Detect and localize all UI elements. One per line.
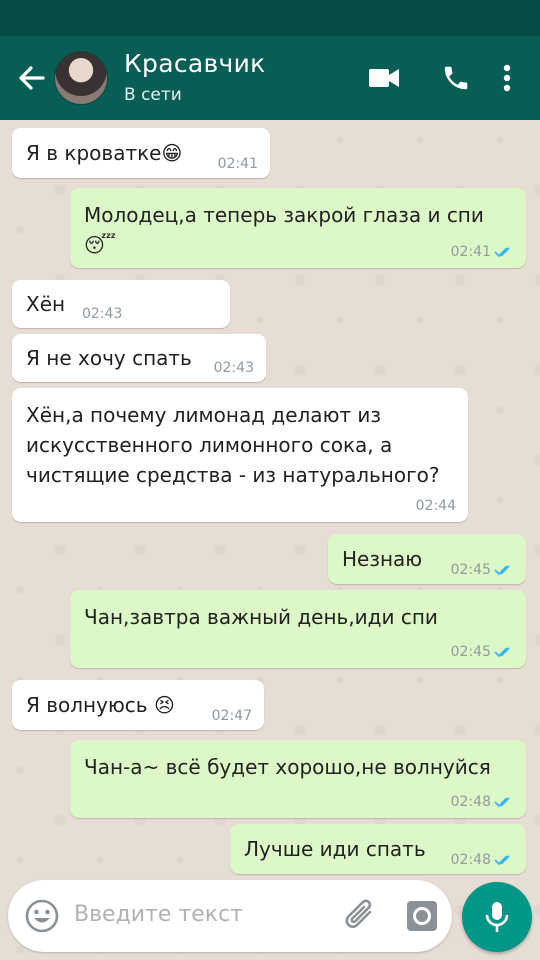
message-composer[interactable]: Введите текст [8,880,452,952]
more-options-icon [503,64,511,92]
voice-call-button[interactable] [420,48,492,108]
attach-button[interactable] [344,898,378,938]
voice-record-button[interactable] [462,882,532,952]
message-text: Я в кроватке😁 [26,141,183,165]
message-text: Я волнуюсь 😣 [26,693,175,717]
message-outgoing[interactable]: Молодец,а теперь закрой глаза и спи 😴 02… [70,188,526,268]
message-time: 02:43 [213,360,254,376]
contact-info[interactable]: Красавчик В сети [124,50,348,106]
message-incoming[interactable]: Хён,а почему лимонад делают из искусстве… [12,388,468,522]
voice-call-icon [444,66,468,90]
message-time: 02:48 [451,794,514,810]
status-bar [0,0,540,36]
video-call-icon [369,69,399,87]
read-ticks-icon [494,647,510,658]
message-text: Чан-а~ всё будет хорошо,не волнуйся [84,755,491,779]
message-input[interactable]: Введите текст [74,902,243,927]
message-outgoing[interactable]: Лучше иди спать 02:48 [230,824,526,874]
message-time: 02:47 [211,708,252,724]
message-outgoing[interactable]: Чан,завтра важный день,иди спи 02:45 [70,590,526,668]
message-incoming[interactable]: Я волнуюсь 😣 02:47 [12,680,264,730]
contact-status: В сети [124,85,182,105]
read-ticks-icon [494,797,510,808]
back-button[interactable] [0,36,46,120]
message-time: 02:48 [451,852,514,868]
message-text: Хён,а почему лимонад делают из искусстве… [26,403,440,487]
more-options-button[interactable] [492,48,522,108]
contact-name: Красавчик [124,49,266,78]
emoji-icon [25,899,59,933]
message-text: Я не хочу спать [26,346,192,370]
avatar[interactable] [54,51,108,105]
message-text: Чан,завтра важный день,иди спи [84,605,438,629]
camera-icon [407,901,437,931]
message-incoming[interactable]: Я в кроватке😁 02:41 [12,128,270,178]
emoji-button[interactable] [24,898,60,938]
microphone-icon [485,902,509,932]
message-time: 02:43 [82,306,123,322]
back-arrow-icon [19,66,45,90]
message-text: Молодец,а теперь закрой глаза и спи 😴 [84,203,484,257]
message-outgoing[interactable]: Незнаю 02:45 [328,534,526,584]
message-incoming[interactable]: Я не хочу спать 02:43 [12,334,266,382]
message-outgoing[interactable]: Чан-а~ всё будет хорошо,не волнуйся 02:4… [70,740,526,818]
read-ticks-icon [494,247,510,258]
read-ticks-icon [494,565,510,576]
camera-button[interactable] [404,898,440,938]
message-time: 02:41 [217,156,258,172]
paperclip-icon [345,899,372,928]
message-text: Незнаю [342,547,423,571]
chat-header: Красавчик В сети [0,36,540,120]
message-list[interactable]: Я в кроватке😁 02:41 Молодец,а теперь зак… [0,120,540,960]
read-ticks-icon [494,855,510,866]
message-text: Хён [26,292,66,316]
video-call-button[interactable] [348,48,420,108]
message-text: Лучше иди спать [244,837,426,861]
message-time: 02:44 [415,498,456,514]
message-time: 02:45 [451,562,514,578]
message-time: 02:45 [451,644,514,660]
message-incoming[interactable]: Хён 02:43 [12,280,230,328]
message-time: 02:41 [451,244,514,260]
